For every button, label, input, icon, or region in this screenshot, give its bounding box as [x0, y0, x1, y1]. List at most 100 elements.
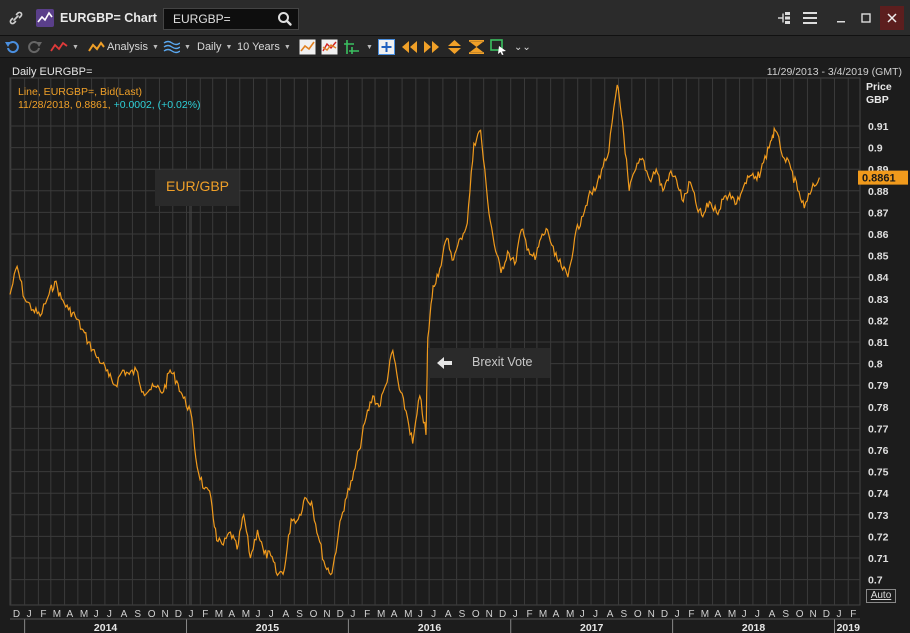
chevron-down-icon: ▼: [366, 43, 373, 51]
chevron-down-icon: ▼: [72, 43, 79, 51]
chevron-down-icon: ▼: [151, 43, 159, 51]
x-month-label: J: [189, 609, 194, 620]
y-tick-label: 0.75: [868, 467, 889, 479]
select-zoom-icon[interactable]: [490, 39, 507, 55]
y-tick-label: 0.88: [868, 186, 889, 198]
search-icon[interactable]: [276, 11, 294, 27]
price-axis-title: Price GBP: [866, 81, 892, 107]
y-tick-label: 0.82: [868, 315, 889, 327]
legend-series[interactable]: Line, EURGBP=, Bid(Last): [18, 86, 142, 98]
ric-search-input[interactable]: [164, 9, 272, 29]
title-bar: EURGBP= Chart: [0, 0, 910, 36]
y-tick-label: 0.78: [868, 402, 889, 414]
y-tick-label: 0.85: [868, 251, 889, 263]
x-month-label: F: [688, 609, 694, 620]
y-tick-label: 0.81: [868, 337, 889, 349]
x-month-label: A: [607, 609, 614, 620]
y-tick-label: 0.73: [868, 510, 889, 522]
x-year-label: 2018: [742, 622, 766, 633]
y-tick-label: 0.72: [868, 531, 889, 543]
crosshair-dropdown[interactable]: ▼: [362, 38, 373, 56]
legend-last-value: 11/28/2018, 0.8861,: [18, 99, 114, 111]
chart-toolbar: ▼ Analysis ▼ ▼ Daily ▼ 10 Years ▼ ▼ ⌄⌄: [0, 36, 910, 58]
x-month-label: M: [728, 609, 736, 620]
link-icon[interactable]: [4, 7, 28, 29]
x-month-label: F: [850, 609, 856, 620]
x-year-label: 2015: [256, 622, 280, 633]
redo-icon[interactable]: [26, 39, 43, 55]
x-month-label: F: [202, 609, 208, 620]
line-style-icon[interactable]: [299, 39, 316, 55]
compress-vertical-icon[interactable]: [468, 39, 485, 55]
zoom-in-icon[interactable]: [378, 39, 395, 55]
x-month-label: D: [337, 609, 344, 620]
y-tick-label: 0.83: [868, 294, 889, 306]
analysis-button[interactable]: Analysis ▼: [88, 38, 159, 56]
link-tree-icon[interactable]: [772, 6, 796, 30]
x-month-label: D: [661, 609, 668, 620]
chevron-down-icon: ▼: [184, 43, 191, 51]
compare-icon[interactable]: [321, 39, 338, 55]
expand-vertical-icon[interactable]: [446, 39, 463, 55]
auto-scale-button[interactable]: Auto: [866, 589, 896, 603]
overlay-button[interactable]: ▼: [163, 38, 191, 56]
x-month-label: A: [228, 609, 235, 620]
y-tick-label: 0.86: [868, 229, 889, 241]
x-month-label: O: [148, 609, 156, 620]
series-annotation-label: EUR/GBP: [166, 178, 230, 194]
more-tools-button[interactable]: ⌄⌄: [514, 38, 531, 56]
price-axis-title-currency: GBP: [866, 94, 889, 106]
chevron-down-icon: ▼: [225, 43, 233, 51]
minimize-icon[interactable]: [829, 6, 853, 30]
price-axis-title-price: Price: [866, 81, 892, 93]
x-month-label: A: [445, 609, 452, 620]
x-year-label: 2019: [837, 622, 861, 633]
y-tick-label: 0.8: [868, 359, 883, 371]
double-chevron-down-icon: ⌄⌄: [514, 41, 531, 53]
x-month-label: M: [539, 609, 547, 620]
x-month-label: A: [553, 609, 560, 620]
x-month-label: J: [418, 609, 423, 620]
x-month-label: A: [283, 609, 290, 620]
waves-icon: [163, 40, 180, 54]
x-year-label: 2014: [94, 622, 118, 633]
x-year-label: 2016: [418, 622, 442, 633]
x-month-label: N: [161, 609, 168, 620]
y-tick-label: 0.9: [868, 143, 883, 155]
y-tick-label: 0.91: [868, 121, 889, 133]
x-month-label: D: [823, 609, 830, 620]
maximize-icon[interactable]: [854, 6, 878, 30]
range-dropdown[interactable]: 10 Years ▼: [237, 38, 291, 56]
x-month-label: M: [566, 609, 574, 620]
x-month-label: A: [769, 609, 776, 620]
ric-search-box[interactable]: [163, 8, 299, 30]
x-month-label: N: [486, 609, 493, 620]
menu-icon[interactable]: [798, 6, 822, 30]
x-month-label: N: [809, 609, 816, 620]
x-month-label: J: [255, 609, 260, 620]
undo-icon[interactable]: [4, 39, 21, 55]
x-month-label: D: [175, 609, 182, 620]
x-month-label: N: [323, 609, 330, 620]
last-price-label: 0.8861: [862, 173, 896, 185]
x-month-label: A: [715, 609, 722, 620]
y-tick-label: 0.79: [868, 380, 889, 392]
brexit-annotation[interactable]: Brexit Vote: [428, 348, 550, 378]
x-month-label: A: [391, 609, 398, 620]
x-month-label: F: [526, 609, 532, 620]
x-month-label: S: [782, 609, 789, 620]
x-year-label: 2017: [580, 622, 604, 633]
interval-dropdown[interactable]: Daily ▼: [197, 38, 232, 56]
x-month-label: M: [215, 609, 223, 620]
series-annotation[interactable]: EUR/GBP: [155, 170, 239, 206]
scroll-left-icon[interactable]: [401, 39, 418, 55]
price-chart[interactable]: 0.7 0.71 0.72 0.73 0.74 0.75 0.76 0.77 0.78 0.79 0…: [0, 58, 910, 633]
y-tick-label: 0.7: [868, 575, 883, 587]
scroll-right-icon[interactable]: [423, 39, 440, 55]
close-icon[interactable]: [880, 6, 904, 30]
y-tick-label: 0.87: [868, 207, 889, 219]
x-month-label: J: [269, 609, 274, 620]
crosshair-icon[interactable]: [343, 39, 360, 55]
x-month-label: J: [837, 609, 842, 620]
chart-type-button[interactable]: ▼: [50, 38, 79, 56]
